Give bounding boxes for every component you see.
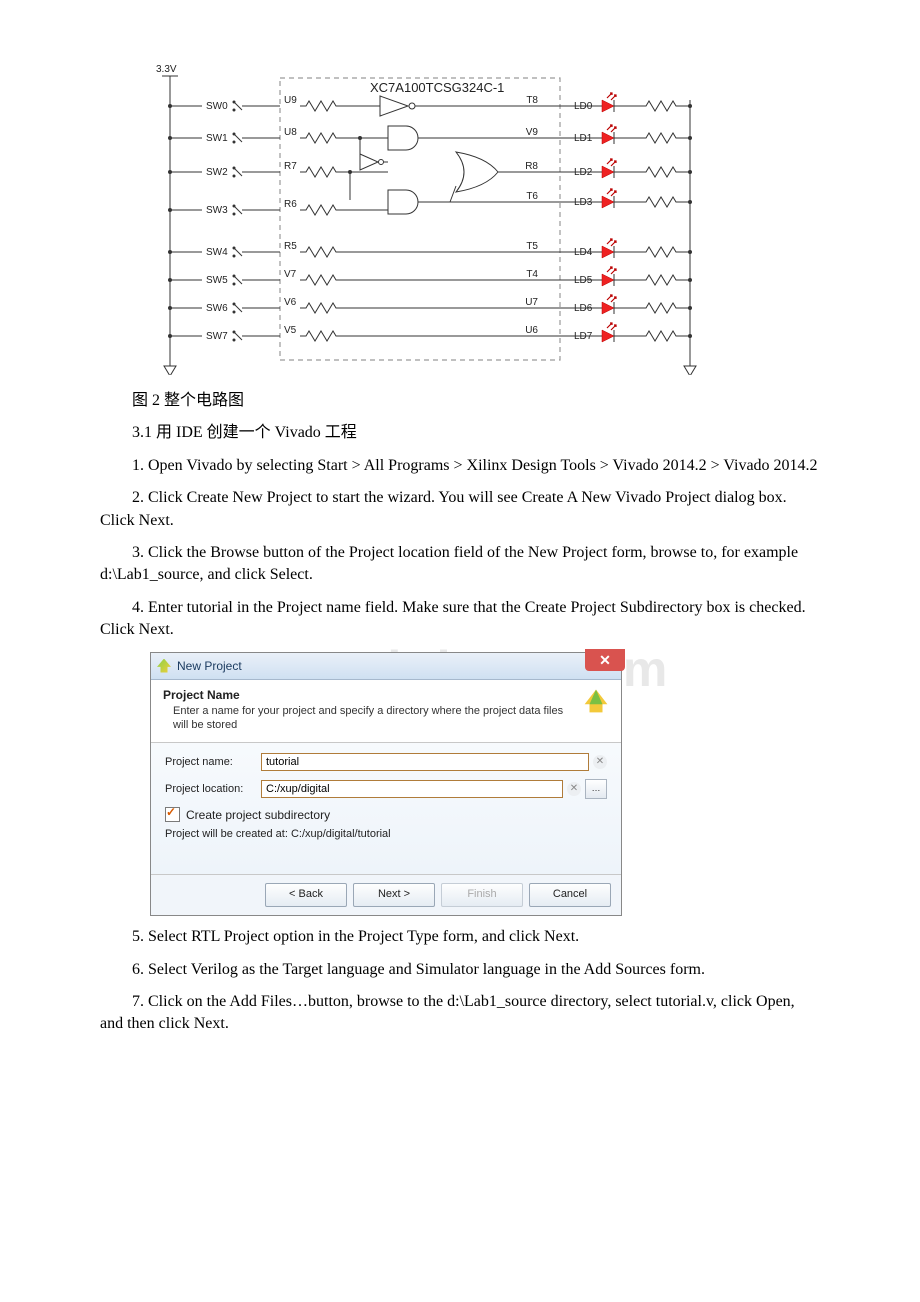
project-location-label: Project location: bbox=[165, 783, 261, 795]
sw-label-4: SW4 bbox=[206, 247, 228, 258]
step-1: 1. Open Vivado by selecting Start > All … bbox=[100, 455, 820, 477]
pin-in-3: R6 bbox=[284, 199, 297, 210]
step-5: 5. Select RTL Project option in the Proj… bbox=[100, 926, 820, 948]
pin-out-7: U6 bbox=[525, 325, 538, 336]
step-7: 7. Click on the Add Files…button, browse… bbox=[100, 991, 820, 1036]
dialog-new-project: New Project ✕ Project Name Enter a name … bbox=[150, 652, 820, 917]
pin-in-4: R5 bbox=[284, 241, 297, 252]
sw-label-2: SW2 bbox=[206, 167, 228, 178]
pin-in-0: U9 bbox=[284, 95, 297, 106]
dialog-title: New Project bbox=[177, 659, 242, 673]
project-path-note: Project will be created at: C:/xup/digit… bbox=[165, 828, 607, 840]
pin-in-6: V6 bbox=[284, 297, 297, 308]
pin-out-4: T5 bbox=[526, 241, 538, 252]
sw-label-7: SW7 bbox=[206, 331, 228, 342]
finish-button: Finish bbox=[441, 883, 523, 907]
wizard-icon bbox=[583, 688, 609, 714]
pin-in-5: V7 bbox=[284, 269, 297, 280]
step-6: 6. Select Verilog as the Target language… bbox=[100, 959, 820, 981]
pin-out-3: T6 bbox=[526, 191, 538, 202]
project-name-input[interactable] bbox=[261, 753, 589, 771]
caption-fig2: 图 2 整个电路图 bbox=[100, 390, 820, 412]
clear-name-icon[interactable]: ✕ bbox=[593, 755, 607, 769]
sw-label-1: SW1 bbox=[206, 133, 228, 144]
pin-out-1: V9 bbox=[526, 127, 539, 138]
figure-circuit: /* decorative grid via JS below would be… bbox=[150, 60, 820, 380]
step-4: 4. Enter tutorial in the Project name fi… bbox=[100, 597, 820, 642]
power-label: 3.3V bbox=[156, 64, 177, 75]
create-subdir-label: Create project subdirectory bbox=[186, 808, 330, 822]
back-button[interactable]: < Back bbox=[265, 883, 347, 907]
pin-out-6: U7 bbox=[525, 297, 538, 308]
browse-button[interactable]: … bbox=[585, 779, 607, 799]
pin-out-5: T4 bbox=[526, 269, 538, 280]
dialog-header-desc: Enter a name for your project and specif… bbox=[163, 704, 575, 733]
pin-out-2: R8 bbox=[525, 161, 538, 172]
pin-in-7: V5 bbox=[284, 325, 297, 336]
project-name-label: Project name: bbox=[165, 756, 261, 768]
create-subdir-checkbox[interactable] bbox=[165, 807, 180, 822]
next-button[interactable]: Next > bbox=[353, 883, 435, 907]
sw-label-3: SW3 bbox=[206, 205, 228, 216]
step-2: 2. Click Create New Project to start the… bbox=[100, 487, 820, 532]
sw-label-6: SW6 bbox=[206, 303, 228, 314]
section-3-1: 3.1 用 IDE 创建一个 Vivado 工程 bbox=[100, 422, 820, 444]
pin-in-1: U8 bbox=[284, 127, 297, 138]
sw-label-0: SW0 bbox=[206, 101, 228, 112]
sw-label-5: SW5 bbox=[206, 275, 228, 286]
vivado-icon bbox=[157, 659, 171, 673]
cancel-button[interactable]: Cancel bbox=[529, 883, 611, 907]
circuit-svg: /* decorative grid via JS below would be… bbox=[150, 60, 710, 375]
pin-in-2: R7 bbox=[284, 161, 297, 172]
close-button[interactable]: ✕ bbox=[585, 649, 625, 671]
pin-out-0: T8 bbox=[526, 95, 538, 106]
clear-location-icon[interactable]: ✕ bbox=[567, 782, 581, 796]
dialog-header-title: Project Name bbox=[163, 688, 575, 702]
project-location-input[interactable] bbox=[261, 780, 563, 798]
dialog-titlebar[interactable]: New Project ✕ bbox=[151, 653, 621, 680]
chip-title: XC7A100TCSG324C-1 bbox=[370, 80, 504, 95]
step-3: 3. Click the Browse button of the Projec… bbox=[100, 542, 820, 587]
